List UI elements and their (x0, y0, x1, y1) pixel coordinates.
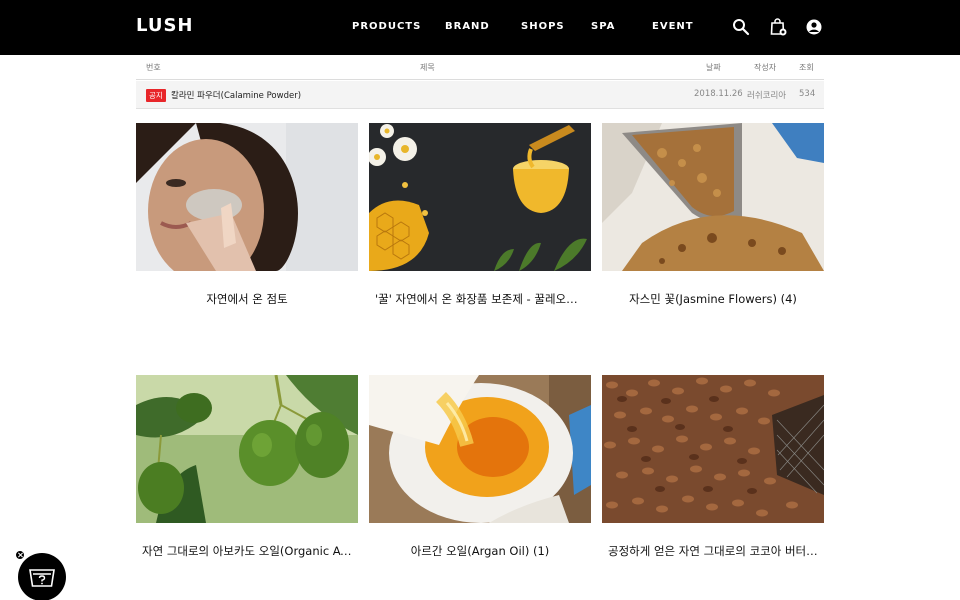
notice-author: 러쉬코리아 (747, 91, 787, 101)
nav-spa[interactable]: SPA (591, 21, 615, 32)
user-icon[interactable] (804, 17, 824, 37)
shopping-bag-icon[interactable] (768, 17, 788, 37)
article-card[interactable]: 자연에서 온 점토 (136, 123, 358, 307)
article-card[interactable]: 자연 그대로의 아보카도 오일(Organic Av… (136, 375, 358, 559)
article-title[interactable]: 아르간 오일(Argan Oil) (1) (369, 543, 591, 559)
article-title[interactable]: 자스민 꽃(Jasmine Flowers) (4) (602, 291, 824, 307)
notice-views: 534 (799, 89, 816, 99)
notice-date: 2018.11.26 (694, 89, 743, 99)
nav-brand[interactable]: BRAND (445, 21, 490, 32)
board-table-header: 번호 제목 날짜 작성자 조회 (136, 56, 824, 80)
article-thumbnail[interactable] (602, 375, 824, 523)
help-floating-button[interactable] (18, 553, 66, 600)
article-thumbnail[interactable] (602, 123, 824, 271)
nav-event[interactable]: EVENT (652, 21, 694, 32)
article-title[interactable]: '꿀' 자연에서 온 화장품 보존제 - 꿀레오파… (369, 291, 591, 307)
article-title[interactable]: 자연에서 온 점토 (136, 291, 358, 307)
article-card[interactable]: '꿀' 자연에서 온 화장품 보존제 - 꿀레오파… (369, 123, 591, 307)
search-icon[interactable] (731, 17, 751, 37)
notice-title[interactable]: 칼라민 파우더(Calamine Powder) (171, 89, 301, 101)
header-author: 작성자 (754, 63, 777, 72)
article-card[interactable]: 아르간 오일(Argan Oil) (1) (369, 375, 591, 559)
article-thumbnail[interactable] (136, 375, 358, 523)
article-thumbnail[interactable] (369, 375, 591, 523)
article-thumbnail[interactable] (136, 123, 358, 271)
article-title[interactable]: 공정하게 얻은 자연 그대로의 코코아 버터(… (602, 543, 824, 559)
header-no: 번호 (146, 63, 161, 72)
article-card[interactable]: 공정하게 얻은 자연 그대로의 코코아 버터(… (602, 375, 824, 559)
article-thumbnail[interactable] (369, 123, 591, 271)
basket-question-icon (29, 569, 55, 587)
nav-shops[interactable]: SHOPS (521, 21, 565, 32)
top-navigation-bar: LUSH PRODUCTS BRAND SHOPS SPA EVENT (0, 0, 960, 55)
notice-row[interactable]: 공지 칼라민 파우더(Calamine Powder) 2018.11.26 러… (136, 81, 824, 109)
article-title[interactable]: 자연 그대로의 아보카도 오일(Organic Av… (136, 543, 358, 559)
header-views: 조회 (799, 63, 814, 72)
close-icon[interactable] (15, 550, 25, 560)
lush-logo[interactable]: LUSH (136, 15, 193, 36)
header-title: 제목 (420, 63, 435, 72)
article-card[interactable]: 자스민 꽃(Jasmine Flowers) (4) (602, 123, 824, 307)
header-date: 날짜 (706, 63, 721, 72)
nav-products[interactable]: PRODUCTS (352, 21, 421, 32)
notice-badge: 공지 (146, 89, 166, 102)
